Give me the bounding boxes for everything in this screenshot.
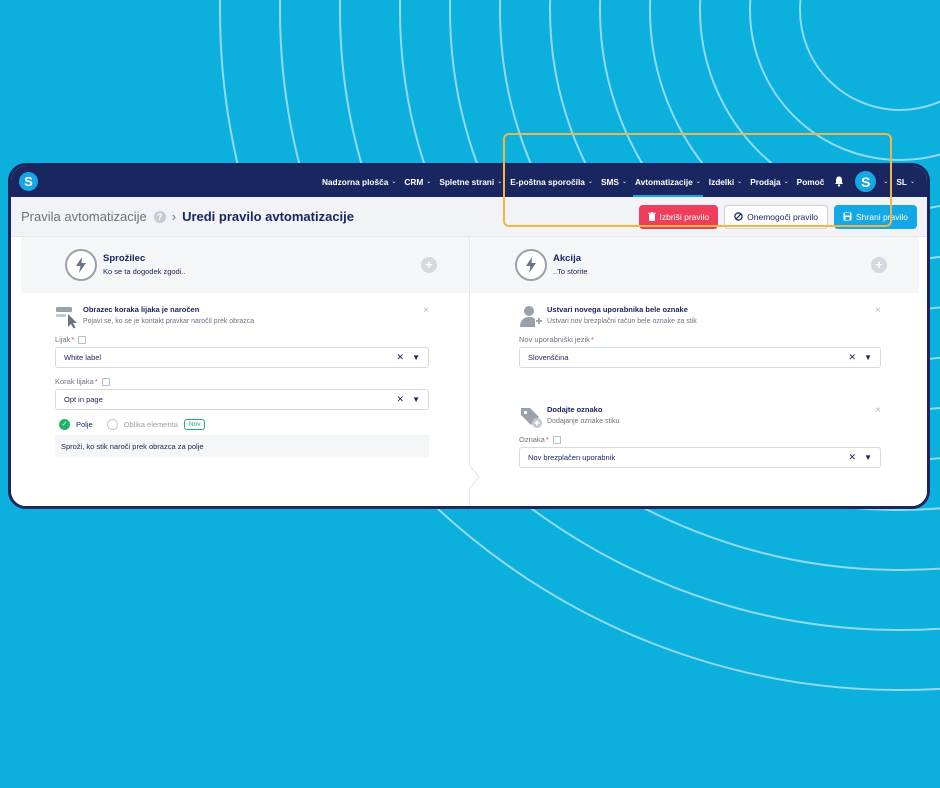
radio-field-selected[interactable]: ✓ — [59, 419, 70, 430]
chevron-down-icon[interactable]: ▼ — [864, 453, 872, 462]
page-title: Uredi pravilo avtomatizacije — [182, 209, 355, 224]
user-language-select[interactable]: Slovenščina ✕ ▼ — [519, 347, 881, 368]
remove-trigger-close-icon[interactable]: × — [423, 305, 429, 316]
highlight-frame — [503, 133, 892, 227]
create-user-title: Ustvari novega uporabnika bele oznake — [547, 305, 688, 314]
clear-icon[interactable]: ✕ — [849, 452, 857, 463]
chevron-down-icon: ⌄ — [497, 179, 503, 185]
funnel-step-label: Korak lijaka * — [55, 377, 429, 386]
trigger-subtitle: Ko se ta dogodek zgodi.. — [103, 267, 186, 276]
clear-icon[interactable]: ✕ — [849, 352, 857, 363]
user-add-icon — [520, 306, 542, 327]
edit-icon[interactable] — [78, 335, 87, 344]
trigger-card-subtitle: Pojavi se, ko se je kontakt pravkar naro… — [83, 318, 255, 325]
tag-add-icon — [521, 408, 542, 428]
clear-icon[interactable]: ✕ — [397, 394, 405, 405]
trigger-header: Sprožilec Ko se ta dogodek zgodi.. + — [21, 237, 469, 293]
trigger-card: Obrazec koraka lijaka je naročen Pojavi … — [55, 305, 429, 457]
funnel-label: Lijak * — [55, 335, 429, 344]
language-selector[interactable]: SL ⌄ — [892, 166, 919, 197]
nav-item-1[interactable]: CRM ⌄ — [400, 166, 435, 197]
trigger-card-title: Obrazec koraka lijaka je naročen — [83, 305, 200, 314]
action-card-create-user: Ustvari novega uporabnika bele oznake Us… — [519, 305, 881, 368]
nav-item-0[interactable]: Nadzorna plošča ⌄ — [318, 166, 400, 197]
trigger-note: Sproži, ko stik naroči prek obrazca za p… — [55, 435, 429, 457]
radio-element-label[interactable]: Oblika elementa — [124, 420, 178, 429]
lightning-icon — [515, 249, 547, 281]
action-subtitle: ..To storite — [553, 267, 588, 276]
remove-tag-action-close-icon[interactable]: × — [875, 405, 881, 416]
breadcrumb-parent[interactable]: Pravila avtomatizacije — [21, 209, 147, 224]
radio-field-label[interactable]: Polje — [76, 420, 93, 429]
breadcrumb-separator-icon: › — [171, 209, 177, 224]
chevron-down-icon[interactable]: ▼ — [412, 353, 420, 362]
tag-select[interactable]: Nov brezplačen uporabnik ✕ ▼ — [519, 447, 881, 468]
user-language-label: Nov uporabniški jezik * — [519, 335, 594, 344]
chevron-down-icon: ⌄ — [391, 179, 397, 185]
rule-editor: Sprožilec Ko se ta dogodek zgodi.. + Obr… — [11, 237, 927, 506]
edit-icon[interactable] — [552, 435, 561, 444]
help-icon[interactable]: ? — [153, 210, 166, 223]
clear-icon[interactable]: ✕ — [397, 352, 405, 363]
form-cursor-icon — [56, 307, 77, 329]
remove-action-close-icon[interactable]: × — [875, 305, 881, 316]
funnel-select[interactable]: White label ✕ ▼ — [55, 347, 429, 368]
add-tag-subtitle: Dodajanje oznake stiku — [547, 418, 620, 425]
chevron-down-icon: ⌄ — [426, 179, 432, 185]
chevron-down-icon[interactable]: ▼ — [412, 395, 420, 404]
trigger-title: Sprožilec — [103, 253, 146, 264]
create-user-subtitle: Ustvari nov brezplačni račun bele oznake… — [547, 318, 697, 325]
add-tag-title: Dodajte oznako — [547, 405, 603, 414]
action-title: Akcija — [553, 253, 581, 264]
action-header: Akcija ..To storite + — [471, 237, 919, 293]
tag-label: Oznaka * — [519, 435, 881, 444]
add-action-button[interactable]: + — [871, 257, 887, 273]
new-badge: Nov — [183, 419, 206, 430]
add-trigger-button[interactable]: + — [421, 257, 437, 273]
field-type-radios: ✓ Polje Oblika elementa Nov — [55, 419, 429, 430]
radio-element-unselected[interactable] — [106, 419, 118, 430]
edit-icon[interactable] — [101, 377, 110, 386]
lightning-icon — [65, 249, 97, 281]
chevron-down-icon[interactable]: ▼ — [864, 353, 872, 362]
trigger-column: Sprožilec Ko se ta dogodek zgodi.. + Obr… — [21, 237, 469, 506]
funnel-step-select[interactable]: Opt in page ✕ ▼ — [55, 389, 429, 410]
action-column: Akcija ..To storite + Ustvari novega upo… — [471, 237, 919, 506]
app-logo[interactable]: S — [19, 172, 38, 191]
action-card-add-tag: Dodajte oznako Dodajanje oznake stiku × … — [519, 405, 881, 468]
nav-item-2[interactable]: Spletne strani ⌄ — [435, 166, 506, 197]
